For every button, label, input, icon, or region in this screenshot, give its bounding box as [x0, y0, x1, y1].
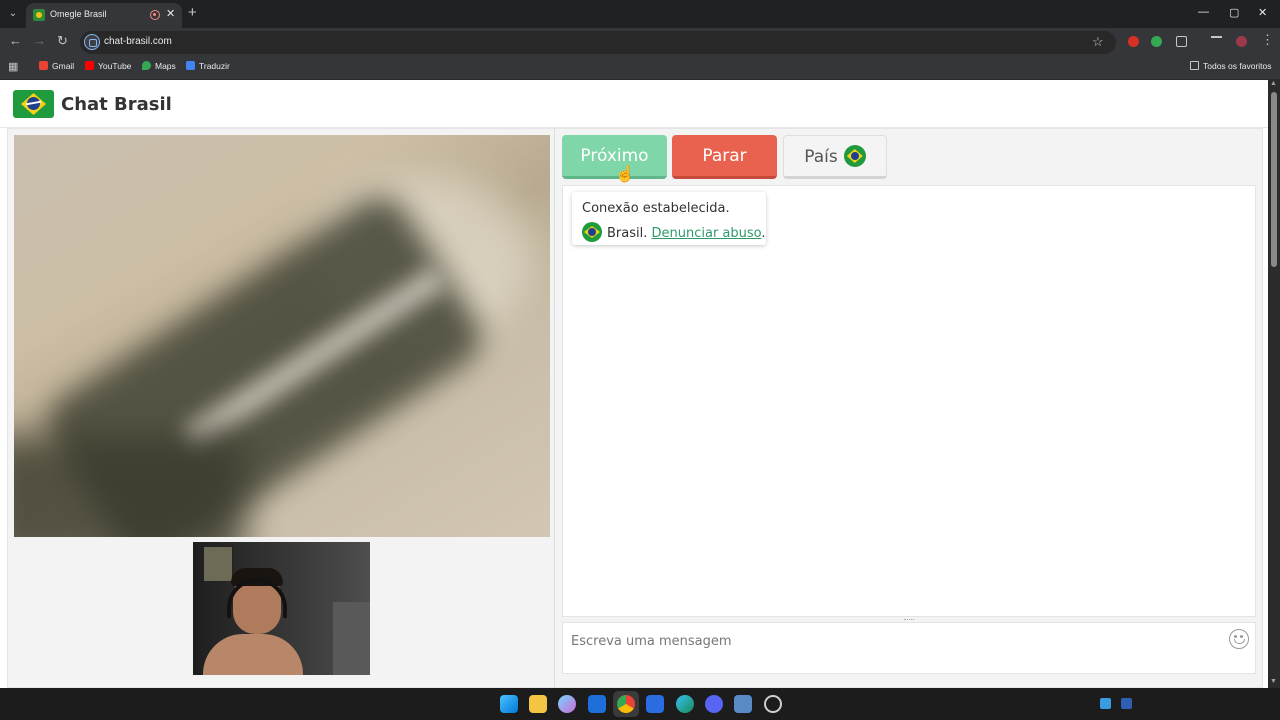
country-line: Brasil. Denunciar abuso. [582, 222, 766, 242]
maximize-button[interactable]: ▢ [1229, 6, 1239, 19]
browser-titlebar: ⌄ Omegle Brasil ✕ + — ▢ ✕ [0, 0, 1280, 28]
bookmark-label: Traduzir [199, 61, 230, 71]
close-window-button[interactable]: ✕ [1258, 6, 1267, 19]
web-page: Chat Brasil Próximo Parar País Conexão e… [0, 80, 1268, 688]
bookmark-label: YouTube [98, 61, 132, 71]
extension-red-icon[interactable] [1128, 36, 1139, 47]
panel-splitter[interactable] [554, 129, 555, 688]
scroll-thumb[interactable] [1271, 92, 1277, 267]
message-input[interactable] [564, 624, 1224, 654]
brazil-flag-icon [843, 145, 866, 167]
stranger-video [14, 135, 550, 537]
maps-pin-icon [142, 61, 151, 70]
minimize-button[interactable]: — [1198, 6, 1209, 18]
bookmark-star-icon[interactable]: ☆ [1092, 34, 1104, 50]
youtube-icon [85, 61, 94, 70]
translate-icon [186, 61, 195, 70]
extensions-puzzle-icon[interactable] [1176, 36, 1187, 47]
obs-icon[interactable] [764, 695, 782, 713]
country-name: Brasil. [607, 226, 648, 241]
site-title[interactable]: Chat Brasil [61, 94, 172, 115]
gmail-icon [39, 61, 48, 70]
edge-icon[interactable] [676, 695, 694, 713]
tab-close-icon[interactable]: ✕ [166, 7, 175, 20]
stop-button[interactable]: Parar [672, 135, 777, 179]
scroll-up-icon[interactable]: ▲ [1270, 80, 1277, 87]
system-message: Conexão estabelecida. Brasil. Denunciar … [572, 192, 766, 245]
all-bookmarks-folder[interactable]: Todos os favoritos [1190, 61, 1272, 71]
brazil-flag-logo-icon[interactable] [13, 90, 54, 118]
report-suffix: . [761, 226, 766, 241]
new-tab-button[interactable]: + [188, 5, 197, 21]
self-video [193, 542, 370, 675]
media-controls-icon[interactable] [1211, 36, 1222, 47]
windows-start-icon[interactable] [500, 695, 518, 713]
message-box [562, 622, 1256, 674]
bluetooth-icon[interactable] [1121, 698, 1132, 709]
scroll-down-icon[interactable]: ▼ [1270, 678, 1277, 685]
connection-status: Conexão estabelecida. [582, 201, 730, 216]
folder-icon [1190, 61, 1199, 70]
report-abuse-link[interactable]: Denunciar abuso [652, 226, 762, 241]
country-button[interactable]: País [783, 135, 887, 179]
chat-log: Conexão estabelecida. Brasil. Denunciar … [562, 185, 1256, 617]
chat-resize-handle[interactable] [904, 619, 914, 621]
bookmarks-bar: ▦ Gmail YouTube Maps Traduzir Todos os f… [0, 56, 1280, 80]
chrome-icon[interactable] [617, 695, 635, 713]
browser-menu-icon[interactable]: ⋮ [1261, 33, 1274, 47]
apps-grid-icon[interactable]: ▦ [8, 60, 18, 73]
extension-green-icon[interactable] [1151, 36, 1162, 47]
bookmark-traduzir[interactable]: Traduzir [186, 61, 230, 71]
site-info-icon[interactable] [84, 34, 100, 50]
windows-taskbar [0, 688, 1280, 720]
emoji-icon[interactable] [1229, 629, 1249, 649]
store-icon[interactable] [646, 695, 664, 713]
bookmark-youtube[interactable]: YouTube [85, 61, 131, 71]
bookmark-maps[interactable]: Maps [142, 61, 176, 71]
browser-tab-active[interactable]: Omegle Brasil ✕ [26, 3, 182, 28]
site-favicon-icon [33, 9, 45, 21]
mail-icon[interactable] [588, 695, 606, 713]
bookmark-label: Gmail [52, 61, 75, 71]
browser-toolbar: ← → ↻ chat-brasil.com ☆ ⋮ [0, 28, 1280, 56]
chat-container: Próximo Parar País Conexão estabelecida.… [7, 128, 1263, 688]
all-bookmarks-label: Todos os favoritos [1203, 61, 1272, 71]
recording-indicator-icon [150, 10, 160, 20]
bookmark-label: Maps [155, 61, 176, 71]
url-text[interactable]: chat-brasil.com [104, 36, 172, 47]
copilot-icon[interactable] [558, 695, 576, 713]
site-header: Chat Brasil [0, 80, 1268, 128]
address-bar[interactable]: chat-brasil.com ☆ [80, 31, 1116, 54]
tab-search-icon[interactable]: ⌄ [4, 5, 22, 23]
country-button-label: País [804, 147, 838, 167]
back-button[interactable]: ← [9, 34, 22, 48]
reload-button[interactable]: ↻ [57, 34, 68, 48]
bookmark-gmail[interactable]: Gmail [39, 61, 74, 71]
brazil-flag-icon [582, 222, 602, 242]
onedrive-icon[interactable] [1100, 698, 1111, 709]
app-icon[interactable] [734, 695, 752, 713]
profile-avatar-icon[interactable] [1236, 36, 1247, 47]
discord-icon[interactable] [705, 695, 723, 713]
pointer-hand-cursor-icon: ☝ [615, 166, 635, 183]
forward-button[interactable]: → [33, 34, 46, 48]
tab-title: Omegle Brasil [50, 9, 107, 19]
page-scrollbar[interactable]: ▲ ▼ [1268, 80, 1280, 688]
file-explorer-icon[interactable] [529, 695, 547, 713]
